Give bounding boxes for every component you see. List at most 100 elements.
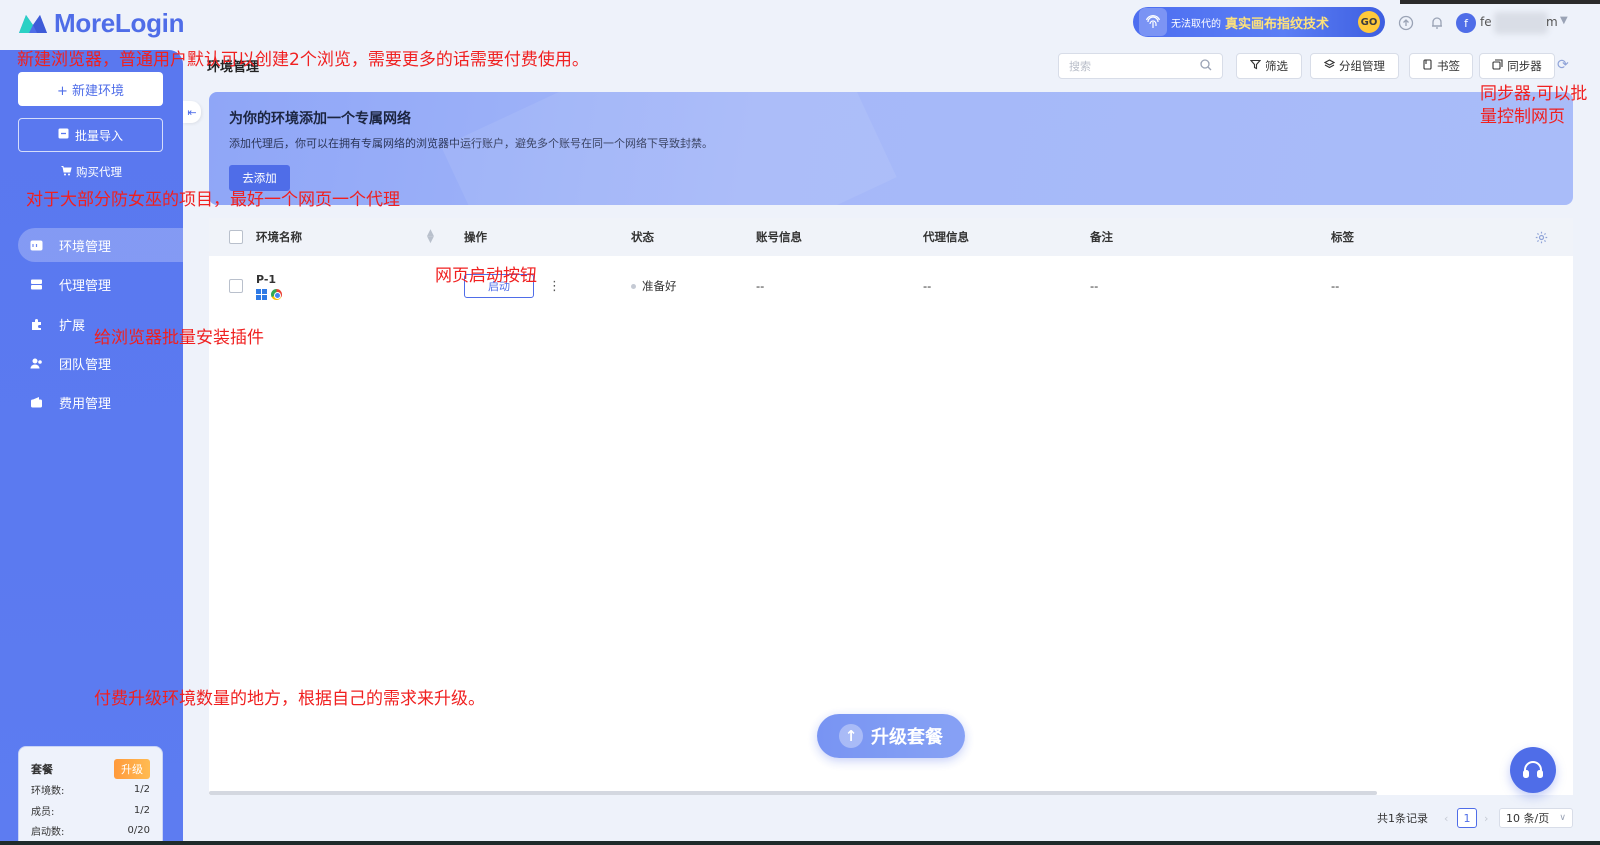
- user-name-redaction: [1494, 12, 1548, 34]
- promo-big-text: 真实画布指纹技术: [1225, 16, 1330, 32]
- user-avatar[interactable]: f: [1456, 13, 1476, 33]
- search-icon[interactable]: [1200, 58, 1212, 74]
- sidebar-item-label: 费用管理: [59, 396, 112, 412]
- table-row[interactable]: P-1 启动 ⋮ 准备好 -- -- -- --: [209, 256, 1573, 316]
- promo-banner[interactable]: 无法取代的 真实画布指纹技术 GO: [1133, 7, 1385, 37]
- page-size-select[interactable]: 10 条/页 ∨: [1499, 808, 1573, 828]
- status-cell: 准备好: [631, 256, 677, 316]
- buy-proxy-link[interactable]: 购买代理: [0, 164, 183, 180]
- sidebar-item-label: 代理管理: [59, 278, 112, 294]
- arrow-up-icon: ↑: [839, 724, 863, 748]
- collapse-sidebar-icon[interactable]: ⇤: [183, 101, 201, 123]
- sort-icon[interactable]: ▲ ▼: [427, 218, 434, 256]
- status-text: 准备好: [642, 279, 677, 293]
- filter-button[interactable]: 筛选: [1236, 53, 1302, 79]
- annotation-proxy-tip: 对于大部分防女巫的项目，最好一个网页一个代理: [26, 190, 400, 210]
- app-logo[interactable]: MoreLogin: [18, 8, 184, 38]
- annotation-extension-tip: 给浏览器批量安装插件: [94, 328, 264, 348]
- annotation-sync-tip-1: 同步器,可以批: [1480, 84, 1588, 104]
- column-header-tag: 标签: [1331, 230, 1354, 244]
- column-header-proxy: 代理信息: [923, 230, 969, 244]
- column-settings-icon[interactable]: [1535, 218, 1548, 256]
- synchronizer-button[interactable]: 同步器: [1479, 53, 1555, 79]
- upgrade-plan-button[interactable]: ↑ 升级套餐: [817, 714, 965, 758]
- annotation-sync-tip-2: 量控制网页: [1480, 107, 1565, 127]
- more-options-icon[interactable]: ⋮: [548, 279, 561, 294]
- prev-page-icon[interactable]: ‹: [1444, 808, 1448, 828]
- sidebar-item-label: 扩展: [59, 318, 86, 334]
- select-all-checkbox[interactable]: [229, 218, 243, 256]
- customer-support-button[interactable]: [1510, 747, 1556, 793]
- window-edge-strip: [1400, 0, 1600, 4]
- plan-row-label: 启动数:: [31, 827, 65, 839]
- chrome-icon: [271, 288, 282, 300]
- page-number[interactable]: 1: [1457, 808, 1477, 828]
- team-icon: [29, 356, 43, 370]
- env-name-cell[interactable]: P-1: [256, 256, 282, 316]
- annotation-start-tip: 网页启动按钮: [435, 266, 537, 286]
- pagination-current[interactable]: 1: [1457, 808, 1477, 828]
- bookmark-icon: [1422, 59, 1433, 73]
- filter-label: 筛选: [1265, 59, 1288, 73]
- caret-down-icon[interactable]: ▼: [1560, 15, 1568, 26]
- status-dot-icon: [631, 283, 636, 289]
- new-environment-button[interactable]: + 新建环境: [18, 72, 163, 106]
- upgrade-plan-label: 升级套餐: [871, 727, 943, 748]
- plan-row-label: 环境数:: [31, 786, 65, 798]
- user-name-suffix: m: [1546, 15, 1558, 29]
- add-proxy-button[interactable]: 去添加: [229, 165, 290, 191]
- plan-row-launches: 启动数: 0/20: [31, 821, 150, 842]
- column-header-action: 操作: [464, 230, 487, 244]
- plan-row-label: 成员:: [31, 806, 55, 818]
- wallet-icon: [29, 395, 43, 409]
- puzzle-icon: [29, 317, 43, 331]
- plan-row-value: 1/2: [133, 784, 150, 796]
- taskbar-strip: [0, 841, 1600, 845]
- plan-row-value: 0/20: [127, 825, 150, 837]
- sidebar: + 新建环境 批量导入 购买代理 环境管理 代理管理 扩展 团队管理 费用管理 …: [0, 50, 183, 845]
- column-header-status: 状态: [631, 230, 654, 244]
- pagination-total: 共1条记录: [1377, 812, 1428, 825]
- annotation-new-browser: 新建浏览器，普通用户默认可以创建2个浏览，需要更多的话需要付费使用。: [17, 50, 589, 70]
- server-icon: [29, 277, 43, 291]
- sidebar-item-environment[interactable]: 环境管理: [18, 228, 183, 262]
- row-checkbox[interactable]: [229, 256, 243, 316]
- bell-icon[interactable]: [1428, 14, 1446, 32]
- plan-title: 套餐: [31, 763, 53, 777]
- search-box[interactable]: [1058, 53, 1223, 79]
- column-header-name[interactable]: 环境名称: [256, 218, 302, 256]
- fingerprint-icon: [1139, 8, 1167, 36]
- windows-icon: [256, 288, 267, 300]
- horizontal-scrollbar[interactable]: [209, 791, 1377, 795]
- batch-import-button[interactable]: 批量导入: [18, 118, 163, 152]
- plan-card: 套餐 升级 环境数: 1/2 成员: 1/2 启动数: 0/20: [18, 746, 163, 845]
- proxy-cell: --: [923, 279, 932, 293]
- group-management-button[interactable]: 分组管理: [1310, 53, 1399, 79]
- window-sync-icon: [1492, 59, 1503, 73]
- plan-row-members: 成员: 1/2: [31, 800, 150, 821]
- table-header: 环境名称 ▲ ▼ 操作 状态 账号信息 代理信息 备注 标签: [209, 218, 1573, 256]
- sidebar-item-team[interactable]: 团队管理: [18, 346, 183, 380]
- next-page-icon[interactable]: ›: [1484, 808, 1488, 828]
- column-header-remark: 备注: [1090, 230, 1113, 244]
- remark-cell: --: [1090, 279, 1099, 293]
- upload-icon[interactable]: [1397, 14, 1415, 32]
- headset-icon: [1523, 761, 1543, 778]
- sidebar-item-proxy[interactable]: 代理管理: [18, 267, 183, 301]
- bookmarks-button[interactable]: 书签: [1409, 53, 1473, 79]
- synchronizer-label: 同步器: [1507, 59, 1542, 73]
- sidebar-item-label: 环境管理: [59, 239, 112, 255]
- chevron-down-icon: ∨: [1559, 813, 1566, 823]
- plan-upgrade-button[interactable]: 升级: [114, 759, 150, 780]
- env-name[interactable]: P-1: [256, 273, 276, 286]
- promo-small-text: 无法取代的: [1171, 18, 1221, 30]
- search-input[interactable]: [1069, 59, 1189, 73]
- app-name: MoreLogin: [54, 7, 185, 38]
- sidebar-item-billing[interactable]: 费用管理: [18, 385, 183, 419]
- top-bar: MoreLogin 无法取代的 真实画布指纹技术 GO f fe m ▼: [0, 0, 1600, 46]
- promo-go-button[interactable]: GO: [1358, 11, 1380, 33]
- refresh-icon[interactable]: ⟳: [1557, 57, 1569, 73]
- plan-header: 套餐 升级: [31, 759, 150, 780]
- sidebar-item-label: 团队管理: [59, 357, 112, 373]
- tag-cell: --: [1331, 279, 1340, 293]
